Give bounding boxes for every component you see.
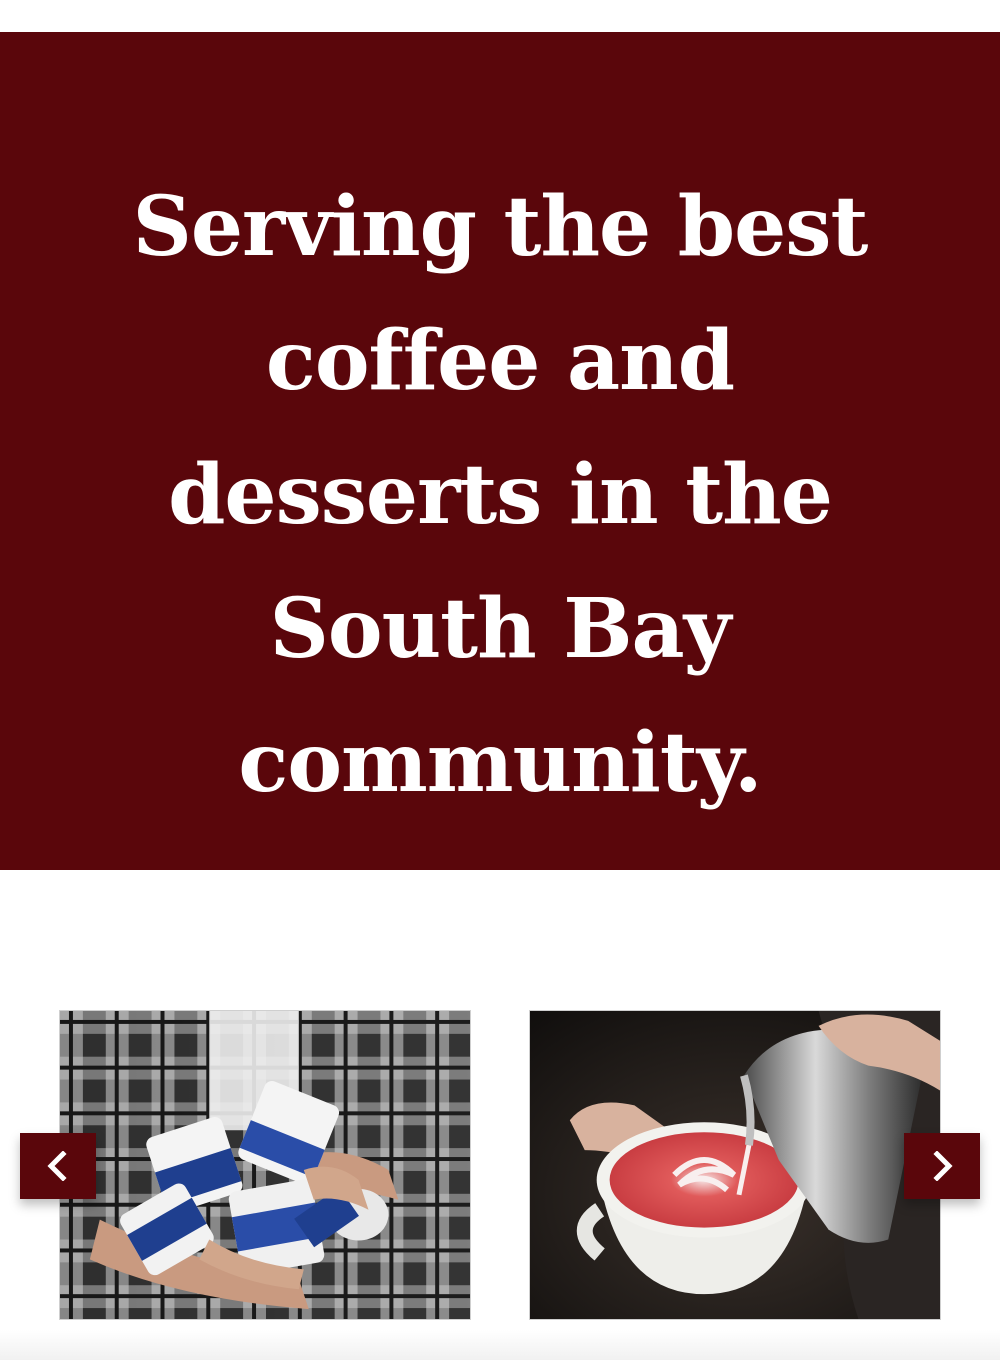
- carousel-slide-latte[interactable]: [529, 1010, 941, 1320]
- ice-cream-pints-photo: [60, 1011, 470, 1319]
- chevron-right-icon: [933, 1151, 953, 1181]
- hero-banner: Serving the best coffee and desserts in …: [0, 32, 1000, 870]
- carousel-next-button[interactable]: [904, 1133, 980, 1199]
- photo-carousel: [0, 1010, 1000, 1322]
- page-bottom-edge: [0, 1330, 1000, 1360]
- hero-title: Serving the best coffee and desserts in …: [132, 179, 869, 811]
- chevron-left-icon: [47, 1151, 67, 1181]
- latte-art-photo: [530, 1011, 940, 1319]
- carousel-slide-ice-cream[interactable]: [59, 1010, 471, 1320]
- carousel-prev-button[interactable]: [20, 1133, 96, 1199]
